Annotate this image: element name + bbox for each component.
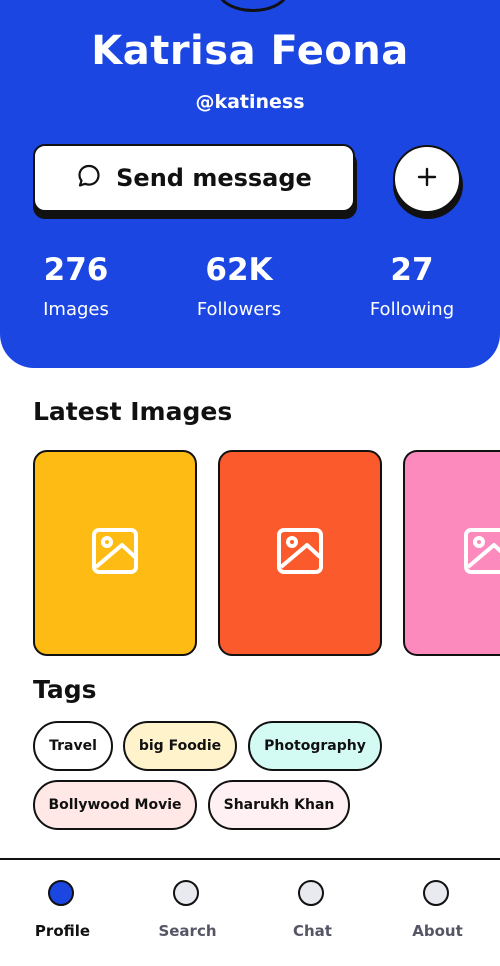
tag-chip[interactable]: Travel (33, 721, 113, 771)
tags-title: Tags (33, 675, 97, 704)
add-button[interactable] (393, 145, 461, 213)
nav-label: Profile (34, 922, 91, 940)
avatar[interactable] (216, 0, 290, 12)
image-card[interactable] (218, 450, 382, 656)
stat-label: Images (43, 299, 109, 320)
search-icon (173, 880, 199, 906)
profile-handle: @katiness (195, 91, 305, 113)
stat-following[interactable]: 27 Following (342, 250, 482, 322)
nav-label: About (412, 922, 463, 940)
bottom-nav: Profile Search Chat About (0, 858, 500, 966)
tag-chip[interactable]: big Foodie (123, 721, 237, 771)
tag-chip[interactable]: Bollywood Movie (33, 780, 197, 830)
image-card[interactable] (403, 450, 500, 656)
plus-icon (416, 166, 438, 192)
chat-bubble-icon (76, 163, 102, 193)
tag-chip[interactable]: Sharukh Khan (208, 780, 350, 830)
about-icon (423, 880, 449, 906)
profile-name: Katrisa Feona (91, 28, 409, 74)
stat-label: Followers (196, 299, 282, 320)
nav-item-profile[interactable]: Profile (0, 860, 125, 966)
nav-item-chat[interactable]: Chat (250, 860, 375, 966)
send-message-button[interactable]: Send message (33, 144, 355, 212)
image-icon (91, 527, 139, 579)
tag-chip[interactable]: Photography (248, 721, 382, 771)
stat-label: Following (369, 299, 455, 320)
stat-value: 62K (205, 252, 273, 288)
stat-images[interactable]: 276 Images (6, 250, 146, 322)
image-icon (276, 527, 324, 579)
stat-value: 276 (43, 252, 109, 288)
nav-item-about[interactable]: About (375, 860, 500, 966)
profile-icon (48, 880, 74, 906)
profile-header: Katrisa Feona @katiness Send message 276… (0, 0, 500, 368)
image-card[interactable] (33, 450, 197, 656)
nav-item-search[interactable]: Search (125, 860, 250, 966)
nav-label: Search (158, 922, 217, 940)
latest-images-title: Latest Images (33, 397, 233, 426)
image-icon (463, 527, 500, 579)
stat-value: 27 (390, 252, 434, 288)
nav-label: Chat (293, 922, 332, 940)
send-message-label: Send message (116, 164, 312, 192)
chat-icon (298, 880, 324, 906)
stat-followers[interactable]: 62K Followers (169, 250, 309, 322)
